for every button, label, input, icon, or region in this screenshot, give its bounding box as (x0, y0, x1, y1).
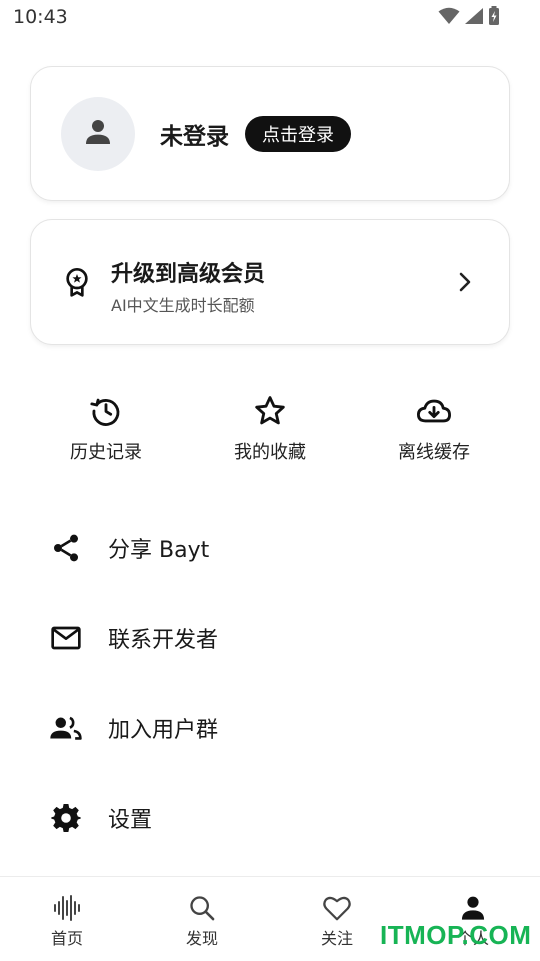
avatar[interactable] (61, 97, 135, 171)
star-icon (253, 392, 287, 430)
history-icon (89, 392, 123, 430)
menu-item-contact[interactable]: 联系开发者 (0, 608, 540, 668)
chevron-right-icon (457, 270, 473, 298)
menu-label: 联系开发者 (108, 628, 219, 653)
quick-label: 历史记录 (70, 442, 142, 463)
status-bar: 10:43 (0, 0, 540, 36)
group-icon (48, 710, 84, 746)
award-ribbon-icon (61, 266, 93, 302)
menu-item-settings[interactable]: 设置 (0, 788, 540, 848)
search-icon (188, 893, 216, 923)
person-icon (82, 116, 114, 152)
status-time: 10:43 (13, 6, 68, 28)
signal-icon (464, 7, 484, 29)
watermark: ITMOP.COM (380, 920, 532, 950)
nav-label: 关注 (320, 929, 353, 948)
vip-upgrade-card[interactable]: 升级到高级会员 AI中文生成时长配额 (30, 219, 510, 345)
heart-icon (322, 893, 352, 923)
menu-label: 分享 Bayt (108, 538, 210, 563)
vip-subtitle: AI中文生成时长配额 (111, 296, 255, 315)
soundwave-icon (52, 893, 82, 923)
nav-tab-home[interactable]: 首页 (17, 893, 117, 949)
menu-item-join-group[interactable]: 加入用户群 (0, 698, 540, 758)
battery-icon (488, 6, 500, 30)
menu-label: 设置 (108, 808, 153, 833)
quick-label: 离线缓存 (398, 442, 470, 463)
wifi-icon (438, 7, 460, 29)
nav-label: 首页 (50, 929, 83, 948)
nav-tab-follow[interactable]: 关注 (287, 893, 387, 949)
profile-card[interactable]: 未登录 点击登录 (30, 66, 510, 201)
quick-history[interactable]: 历史记录 (41, 392, 171, 464)
person-icon (459, 893, 487, 923)
menu-item-share[interactable]: 分享 Bayt (0, 518, 540, 578)
status-icons (438, 6, 500, 30)
nav-label: 发现 (185, 929, 218, 948)
login-button[interactable]: 点击登录 (245, 116, 351, 152)
menu-label: 加入用户群 (108, 718, 219, 743)
quick-favorites[interactable]: 我的收藏 (205, 392, 335, 464)
user-name: 未登录 (160, 124, 229, 150)
nav-tab-discover[interactable]: 发现 (152, 893, 252, 949)
share-icon (48, 530, 84, 566)
quick-offline-cache[interactable]: 离线缓存 (369, 392, 499, 464)
vip-title: 升级到高级会员 (111, 262, 266, 287)
quick-label: 我的收藏 (234, 442, 306, 463)
mail-icon (48, 620, 84, 656)
gear-icon (48, 800, 84, 836)
cloud-download-icon (415, 392, 453, 430)
quick-actions: 历史记录 我的收藏 离线缓存 (0, 392, 540, 472)
